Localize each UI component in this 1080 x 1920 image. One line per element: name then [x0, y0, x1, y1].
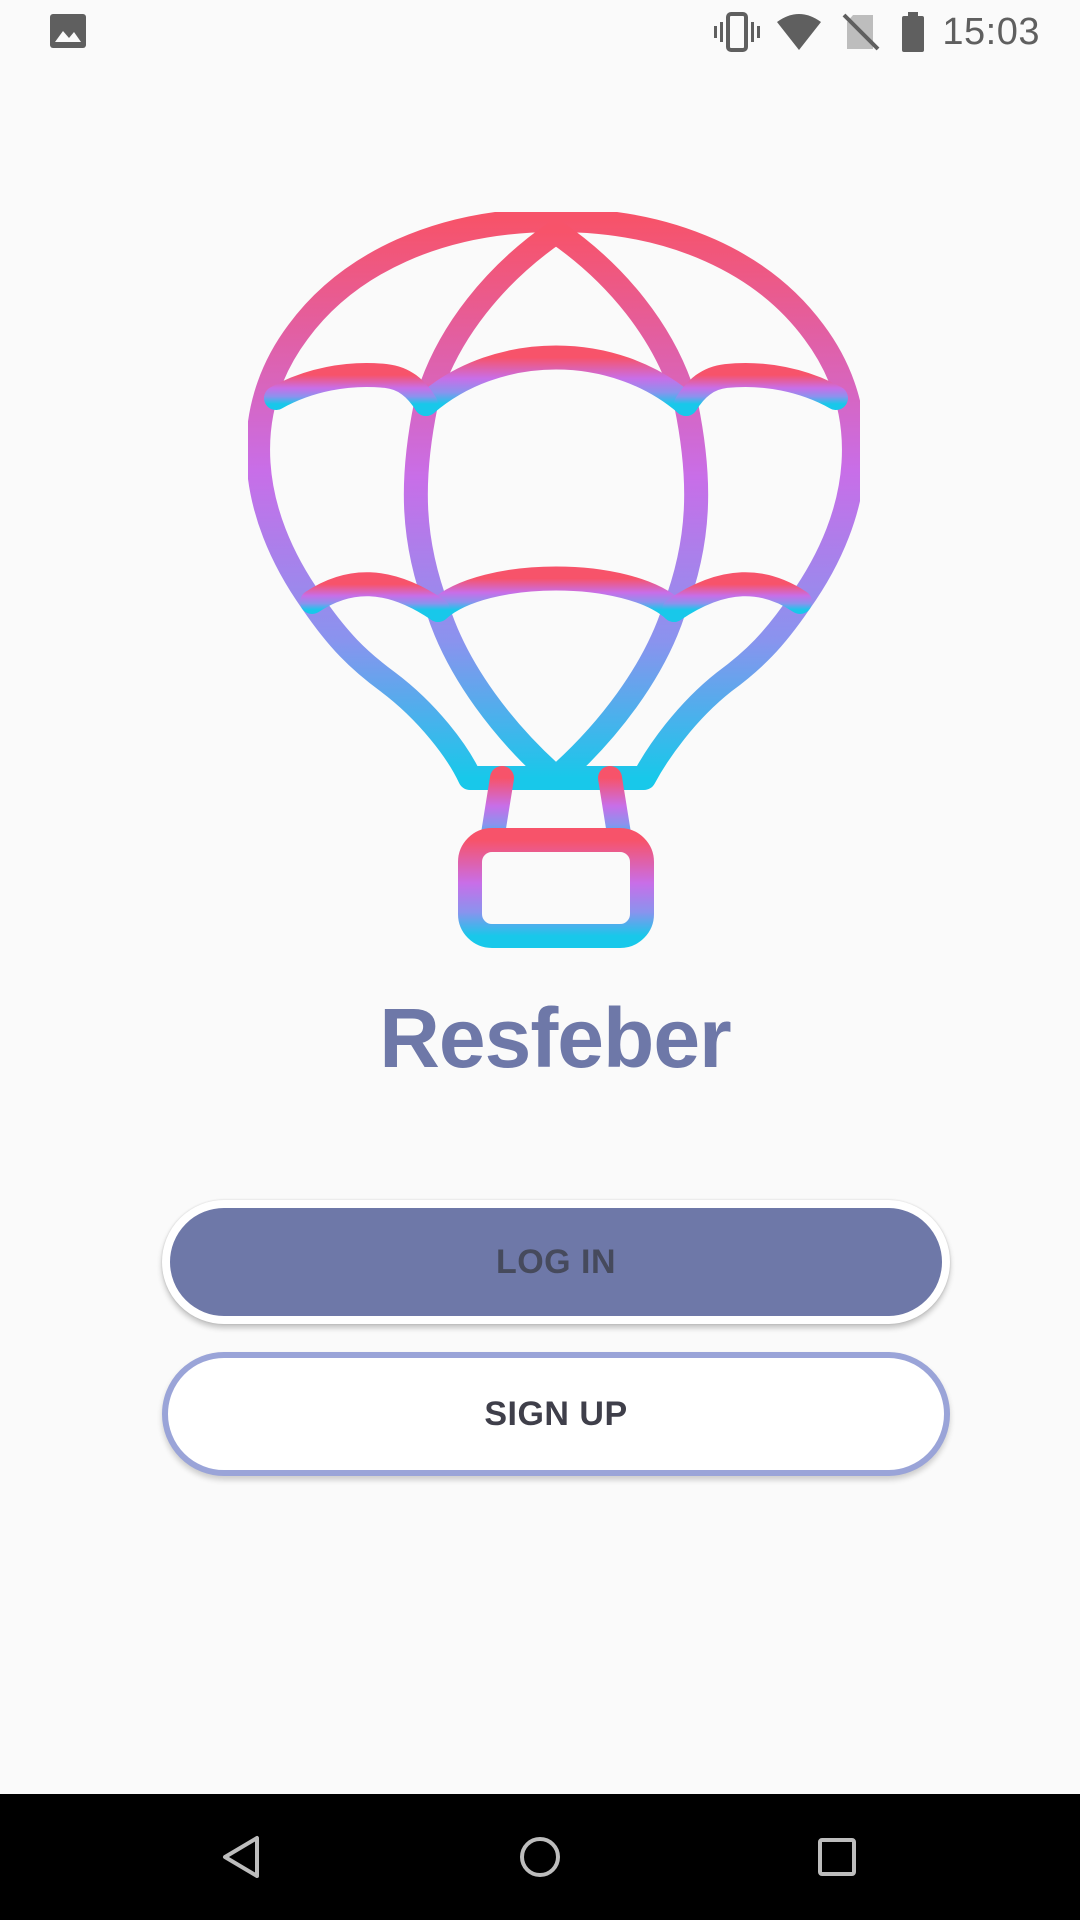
- signup-button[interactable]: SIGN UP: [162, 1352, 950, 1476]
- status-time: 15:03: [942, 10, 1040, 53]
- battery-icon: [900, 10, 926, 54]
- screen: 15:03 Resfeber LOG IN SIGN UP: [0, 0, 1080, 1920]
- vibrate-icon: [714, 10, 761, 54]
- home-icon[interactable]: [515, 1832, 565, 1882]
- status-bar: 15:03: [0, 0, 1080, 63]
- status-icons: 15:03: [698, 8, 1040, 56]
- app-title: Resfeber: [379, 991, 732, 1085]
- hot-air-balloon-icon: [246, 208, 866, 962]
- image-icon: [50, 14, 86, 48]
- wifi-icon: [776, 10, 822, 54]
- back-icon[interactable]: [216, 1832, 266, 1882]
- login-button[interactable]: LOG IN: [162, 1200, 950, 1324]
- recents-icon[interactable]: [812, 1832, 862, 1882]
- navigation-bar: [0, 1794, 1080, 1920]
- no-sim-icon: [838, 10, 884, 54]
